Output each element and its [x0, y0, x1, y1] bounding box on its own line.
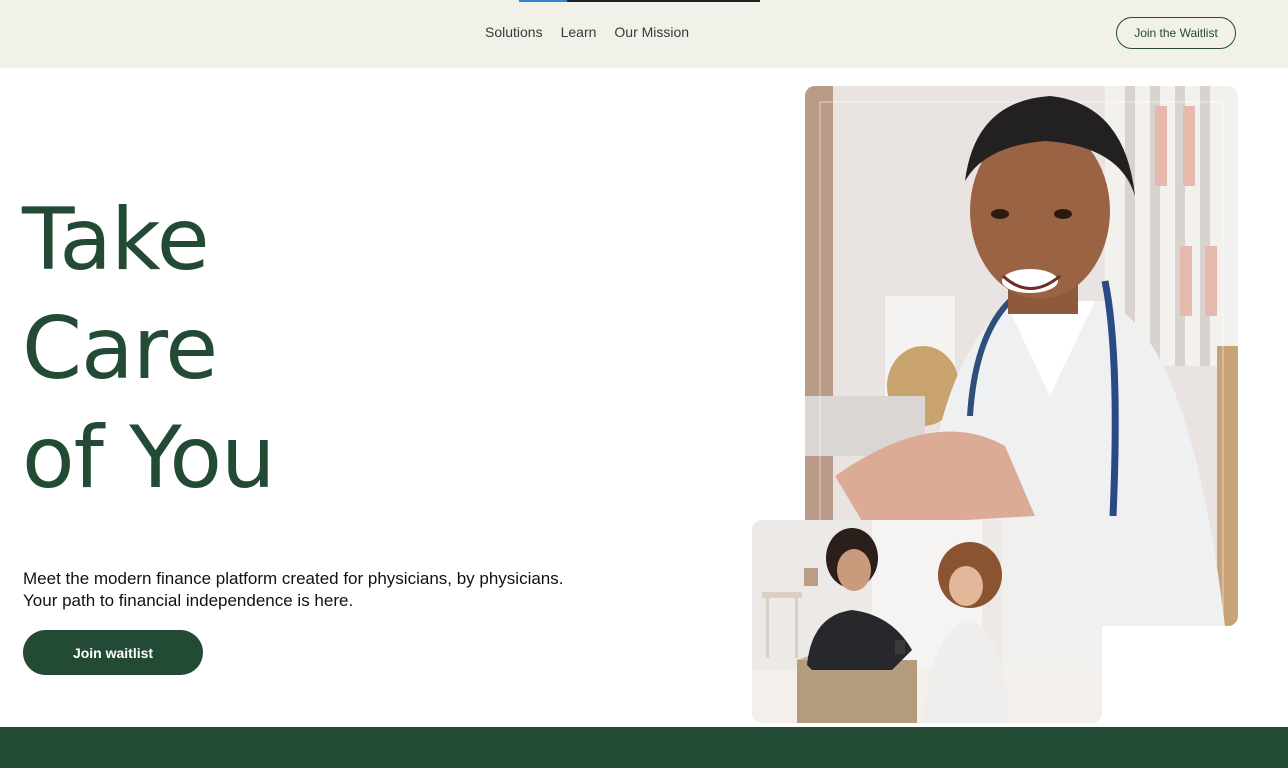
headline-line-3: of You	[22, 408, 275, 508]
headline-line-1: Take	[22, 190, 210, 290]
headline-line-2: Care	[22, 299, 218, 399]
nav-link-our-mission[interactable]: Our Mission	[614, 24, 689, 40]
nav-link-learn[interactable]: Learn	[561, 24, 597, 40]
hero-headline: Take Care of You	[22, 186, 275, 513]
footer-band	[0, 727, 1288, 768]
family-photo	[752, 520, 1102, 723]
scroll-progress-bar	[519, 0, 760, 2]
nav-link-solutions[interactable]: Solutions	[485, 24, 543, 40]
join-the-waitlist-button[interactable]: Join the Waitlist	[1116, 17, 1236, 49]
hero-subtext: Meet the modern finance platform created…	[23, 568, 564, 612]
site-header: Solutions Learn Our Mission Join the Wai…	[0, 0, 1288, 68]
scroll-progress-fill	[519, 0, 568, 2]
join-waitlist-button[interactable]: Join waitlist	[23, 630, 203, 675]
subtext-line-1: Meet the modern finance platform created…	[23, 569, 564, 588]
main-nav: Solutions Learn Our Mission	[485, 24, 689, 40]
subtext-line-2: Your path to financial independence is h…	[23, 591, 354, 610]
